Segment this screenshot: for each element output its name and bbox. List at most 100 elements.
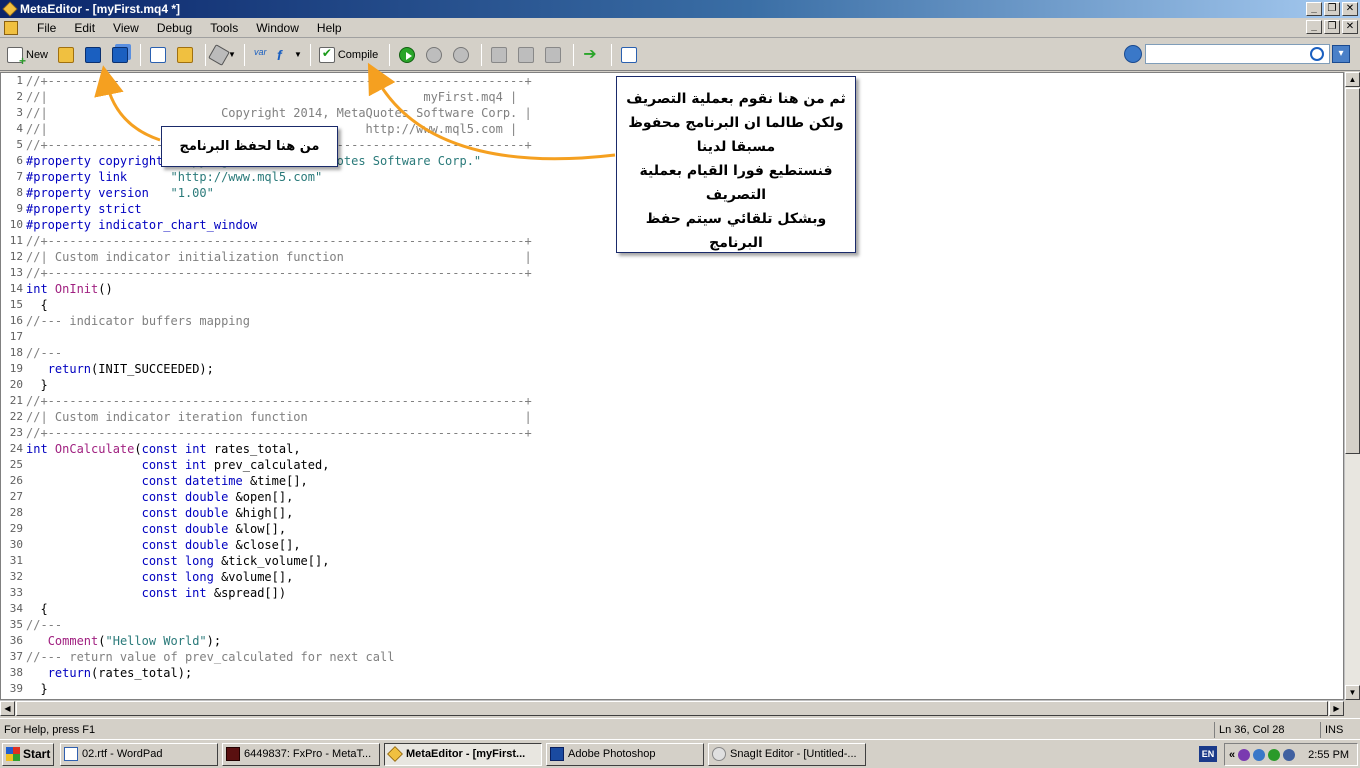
code-text: #property version "1.00" — [25, 185, 214, 201]
styler-icon — [208, 43, 230, 66]
doc-close-button[interactable]: ✕ — [1342, 20, 1358, 34]
code-line[interactable]: 27 const double &open[], — [1, 489, 1343, 505]
taskbar-snagit[interactable]: SnagIt Editor - [Untitled-... — [708, 742, 866, 766]
code-line[interactable]: 33 const int &spread[]) — [1, 585, 1343, 601]
save-all-button[interactable] — [108, 43, 132, 67]
code-line[interactable]: 21//+-----------------------------------… — [1, 393, 1343, 409]
taskbar-wordpad[interactable]: 02.rtf - WordPad — [60, 742, 218, 766]
new-button[interactable]: New — [4, 43, 51, 68]
gear-icon[interactable] — [1124, 45, 1142, 63]
terminal-button[interactable] — [617, 43, 641, 67]
stop-debug-button[interactable] — [449, 43, 473, 67]
language-indicator[interactable]: EN — [1199, 746, 1217, 762]
code-text: Comment("Hellow World"); — [25, 633, 221, 649]
code-text: return(INIT_SUCCEEDED); — [25, 361, 214, 377]
vertical-scroll-thumb[interactable] — [1345, 88, 1360, 454]
start-debug-button[interactable] — [395, 43, 419, 67]
tray-app-icon[interactable] — [1283, 748, 1296, 761]
code-line[interactable]: 20 } — [1, 377, 1343, 393]
toolbox-button[interactable] — [173, 43, 197, 67]
menu-file[interactable]: File — [28, 21, 65, 35]
step-over-button[interactable] — [514, 43, 538, 67]
toolbar: New ▼ var f▼ Compile ➔ ▾ — [0, 39, 1360, 71]
note-line: ثم من هنا نقوم بعملية التصريف — [626, 91, 846, 107]
code-line[interactable]: 28 const double &high[], — [1, 505, 1343, 521]
line-number: 4 — [16, 122, 23, 135]
code-line[interactable]: 13//+-----------------------------------… — [1, 265, 1343, 281]
menu-debug[interactable]: Debug — [148, 21, 201, 35]
menu-edit[interactable]: Edit — [65, 21, 104, 35]
code-line[interactable]: 37//--- return value of prev_calculated … — [1, 649, 1343, 665]
code-token: //+-------------------------------------… — [26, 74, 532, 88]
line-number: 19 — [9, 362, 23, 375]
menu-window[interactable]: Window — [247, 21, 308, 35]
scroll-down-arrow-icon[interactable]: ▼ — [1345, 685, 1360, 700]
search-input[interactable] — [1145, 44, 1330, 64]
horizontal-scroll-thumb[interactable] — [16, 701, 1328, 716]
code-token: (rates_total); — [91, 666, 193, 680]
document-icon[interactable] — [4, 20, 18, 35]
chart-window-icon — [621, 46, 638, 63]
scroll-left-arrow-icon[interactable]: ◀ — [0, 701, 15, 716]
security-icon[interactable] — [1268, 748, 1281, 761]
code-line[interactable]: 38 return(rates_total); — [1, 665, 1343, 681]
doc-restore-button[interactable]: ❐ — [1324, 20, 1340, 34]
code-text: const long &tick_volume[], — [25, 553, 330, 569]
clock[interactable]: 2:55 PM — [1308, 749, 1349, 761]
code-line[interactable]: 24 int OnCalculate(const int rates_total, — [1, 441, 1343, 457]
scroll-right-arrow-icon[interactable]: ▶ — [1329, 701, 1344, 716]
taskbar-metatrader[interactable]: 6449837: FxPro - MetaT... — [222, 742, 380, 766]
code-line[interactable]: 26 const datetime &time[], — [1, 473, 1343, 489]
code-line[interactable]: 34 { — [1, 601, 1343, 617]
code-line[interactable]: 23//+-----------------------------------… — [1, 425, 1343, 441]
vertical-scrollbar[interactable]: ▲ ▼ — [1344, 72, 1360, 700]
tray-expand-icon[interactable]: « — [1229, 749, 1235, 761]
taskbar-metaeditor[interactable]: MetaEditor - [myFirst... — [384, 742, 542, 766]
search-options-button[interactable]: ▾ — [1332, 45, 1350, 63]
code-line[interactable]: 30 const double &close[], — [1, 537, 1343, 553]
code-line[interactable]: 31 const long &tick_volume[], — [1, 553, 1343, 569]
code-line[interactable]: 36 Comment("Hellow World"); — [1, 633, 1343, 649]
horizontal-scrollbar[interactable]: ◀ ▶ — [0, 700, 1344, 716]
step-out-button[interactable] — [541, 43, 565, 67]
menu-tools[interactable]: Tools — [201, 21, 247, 35]
scroll-up-arrow-icon[interactable]: ▲ — [1345, 72, 1360, 87]
code-line[interactable]: 15 { — [1, 297, 1343, 313]
step-into-button[interactable] — [487, 43, 511, 67]
menu-view[interactable]: View — [104, 21, 148, 35]
menu-bar: File Edit View Debug Tools Window Help _… — [0, 18, 1360, 38]
code-line[interactable]: 32 const long &volume[], — [1, 569, 1343, 585]
search-icon[interactable] — [1310, 47, 1324, 61]
code-line[interactable]: 29 const double &low[], — [1, 521, 1343, 537]
open-button[interactable] — [54, 43, 78, 67]
restore-button[interactable]: ❐ — [1324, 2, 1340, 16]
taskbar: Start 02.rtf - WordPad 6449837: FxPro - … — [0, 739, 1360, 768]
code-line[interactable]: 35//--- — [1, 617, 1343, 633]
compile-button[interactable]: Compile — [316, 43, 381, 67]
code-line[interactable]: 17 — [1, 329, 1343, 345]
code-line[interactable]: 22//| Custom indicator iteration functio… — [1, 409, 1343, 425]
save-button[interactable] — [81, 43, 105, 67]
code-line[interactable]: 16//--- indicator buffers mapping — [1, 313, 1343, 329]
step-out-icon — [545, 46, 562, 63]
taskbar-photoshop[interactable]: Adobe Photoshop — [546, 742, 704, 766]
menu-help[interactable]: Help — [308, 21, 351, 35]
save-all-icon — [112, 46, 129, 63]
continue-button[interactable]: ➔ — [579, 43, 603, 67]
navigator-button[interactable] — [146, 43, 170, 67]
doc-minimize-button[interactable]: _ — [1306, 20, 1322, 34]
pause-debug-button[interactable] — [422, 43, 446, 67]
code-line[interactable]: 14 int OnInit() — [1, 281, 1343, 297]
code-line[interactable]: 25 const int prev_calculated, — [1, 457, 1343, 473]
start-button[interactable]: Start — [2, 742, 54, 766]
viber-icon[interactable] — [1238, 748, 1251, 761]
code-line[interactable]: 39 } — [1, 681, 1343, 697]
close-button[interactable]: ✕ — [1342, 2, 1358, 16]
functions-button[interactable]: f ▼ — [277, 43, 302, 67]
code-line[interactable]: 19 return(INIT_SUCCEEDED); — [1, 361, 1343, 377]
minimize-button[interactable]: _ — [1306, 2, 1322, 16]
code-line[interactable]: 18//--- — [1, 345, 1343, 361]
styler-button[interactable]: ▼ — [208, 43, 236, 67]
network-icon[interactable] — [1253, 748, 1266, 761]
variables-button[interactable]: var — [250, 43, 274, 67]
